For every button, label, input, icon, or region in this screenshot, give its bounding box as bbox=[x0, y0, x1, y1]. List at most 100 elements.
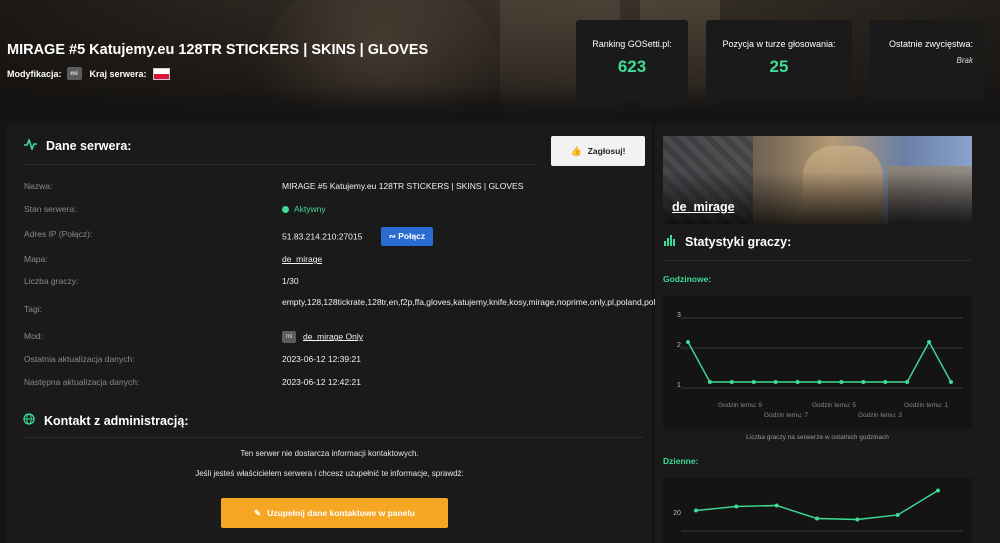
hourly-data-point bbox=[707, 380, 712, 384]
row-key: Nazwa: bbox=[24, 181, 53, 191]
daily-label: Dzienne: bbox=[663, 456, 699, 466]
hourly-data-point bbox=[949, 380, 953, 384]
status-dot-icon bbox=[282, 206, 289, 213]
ranking-stat-box: Ranking GOSetti.pl: 623 bbox=[576, 20, 688, 100]
y-tick-label: 3 bbox=[677, 312, 681, 319]
ip-address: 51.83.214.210:27015 bbox=[282, 231, 363, 242]
no-contact-info-text: Ten serwer nie dostarcza informacji kont… bbox=[240, 449, 419, 458]
row-value: 2023-06-12 12:42:21 bbox=[282, 377, 361, 387]
hourly-data-point bbox=[905, 380, 910, 384]
hourly-data-point bbox=[817, 380, 822, 384]
daily-series-line bbox=[695, 489, 939, 521]
fill-contact-button[interactable]: ✎ Uzupełnij dane kontaktowe w panelu bbox=[221, 498, 448, 528]
mod-link[interactable]: de_mirage Only bbox=[303, 331, 363, 341]
last-wins-label: Ostatnie zwycięstwa: bbox=[888, 39, 973, 49]
server-data-heading: Dane serwera: bbox=[24, 137, 131, 153]
map-link[interactable]: de_mirage bbox=[282, 254, 322, 264]
row-key: Następna aktualizacja danych: bbox=[24, 377, 140, 387]
hourly-caption: Liczba graczy na serwerze w ostatnich go… bbox=[746, 434, 889, 441]
y-tick-label: 20 bbox=[673, 510, 681, 517]
server-meta-row: Modyfikacja: mi Kraj serwera: bbox=[7, 67, 170, 80]
tags-value: empty,128,128tickrate,128tr,en,f2p,ffa,g… bbox=[282, 297, 795, 307]
divider bbox=[24, 437, 644, 438]
daily-data-point bbox=[936, 488, 940, 493]
row-key: Ostatnia aktualizacja danych: bbox=[24, 354, 135, 364]
vote-button-label: Zagłosuj! bbox=[587, 146, 626, 156]
server-title: MIRAGE #5 Katujemy.eu 128TR STICKERS | S… bbox=[7, 42, 429, 58]
row-key: Tagi: bbox=[24, 304, 42, 314]
hourly-chart-svg: 3 2 1 Godzin temu: 9Godzin temu: 7 Godzin te… bbox=[677, 312, 963, 419]
row-value: 51.83.214.210:27015 ∾ Połącz bbox=[282, 227, 434, 246]
hourly-data-point bbox=[861, 380, 866, 384]
mod-badge: mi bbox=[66, 67, 82, 80]
server-details-panel: Dane serwera: 👍 Zagłosuj! Nazwa: MIRAGE … bbox=[7, 123, 795, 543]
divider bbox=[663, 260, 972, 261]
hourly-data-point bbox=[773, 380, 778, 384]
connect-button[interactable]: ∾ Połącz bbox=[380, 227, 434, 246]
row-value: 1/30 bbox=[282, 276, 299, 286]
y-tick-label: 2 bbox=[677, 342, 681, 349]
last-wins-value: Brak bbox=[956, 56, 973, 65]
vote-position-stat-box: Pozycja w turze głosowania: 25 bbox=[706, 20, 852, 100]
pulse-icon bbox=[24, 137, 37, 153]
link-icon: ∾ bbox=[388, 231, 396, 241]
x-tick-label: Godzin temu: 9 bbox=[718, 402, 762, 409]
row-value: mi de_mirage Only bbox=[282, 331, 363, 343]
hourly-data-point bbox=[839, 380, 844, 384]
player-stats-heading-text: Statystyki graczy: bbox=[685, 235, 792, 249]
hourly-data-point bbox=[686, 340, 690, 344]
x-tick-label: Godzin temu: 3 bbox=[858, 412, 902, 419]
vote-position-value: 25 bbox=[769, 57, 789, 76]
daily-data-point bbox=[895, 513, 900, 517]
vote-button[interactable]: 👍 Zagłosuj! bbox=[551, 136, 645, 166]
status-text: Aktywny bbox=[294, 204, 326, 214]
daily-data-point bbox=[855, 517, 860, 522]
y-tick-label: 1 bbox=[677, 382, 681, 389]
info-row-tags: Tagi: empty,128,128tickrate,128tr,en,f2p… bbox=[24, 296, 795, 322]
last-wins-stat-box: Ostatnie zwycięstwa: Brak bbox=[870, 20, 983, 100]
ranking-value: 623 bbox=[617, 57, 647, 76]
row-key: Liczba graczy: bbox=[24, 276, 79, 286]
daily-chart: 20 bbox=[663, 478, 972, 543]
edit-icon: ✎ bbox=[254, 507, 262, 518]
row-value: MIRAGE #5 Katujemy.eu 128TR STICKERS | S… bbox=[282, 181, 524, 191]
hourly-chart: 3 2 1 Godzin temu: 9 Godzin temu: 7 Godzin te… bbox=[663, 296, 972, 429]
contact-heading-text: Kontakt z administracją: bbox=[44, 413, 189, 428]
row-key: Mod: bbox=[24, 331, 43, 341]
daily-chart-svg: 20 bbox=[673, 488, 963, 532]
divider bbox=[24, 164, 534, 165]
bar-chart-icon bbox=[663, 235, 676, 249]
row-value: 2023-06-12 12:39:21 bbox=[282, 354, 361, 364]
mod-label: Modyfikacja: bbox=[7, 68, 62, 79]
daily-data-point bbox=[774, 503, 779, 508]
daily-data-point bbox=[734, 504, 739, 509]
country-label: Kraj serwera: bbox=[89, 68, 147, 79]
x-tick-label: Godzin temu: 1 bbox=[904, 402, 948, 409]
vote-position-label: Pozycja w turze głosowania: bbox=[722, 39, 836, 49]
thumbs-up-icon: 👍 bbox=[570, 145, 582, 156]
hourly-data-point bbox=[927, 340, 932, 344]
fill-contact-button-label: Uzupełnij dane kontaktowe w panelu bbox=[267, 508, 415, 518]
poland-flag-icon bbox=[152, 67, 170, 80]
hourly-data-point bbox=[751, 380, 756, 384]
row-key: Mapa: bbox=[24, 254, 48, 264]
row-key: Adres IP (Połącz): bbox=[24, 229, 93, 239]
connect-button-label: Połącz bbox=[398, 231, 426, 241]
daily-data-point bbox=[694, 508, 698, 513]
ranking-label: Ranking GOSetti.pl: bbox=[592, 39, 672, 49]
right-sidebar: de_mirage Statystyki graczy: Godzinowe: … bbox=[655, 123, 1000, 543]
mod-badge: mi bbox=[282, 331, 296, 343]
player-stats-heading: Statystyki graczy: bbox=[663, 235, 791, 249]
daily-data-point bbox=[815, 516, 819, 521]
contact-heading: Kontakt z administracją: bbox=[22, 413, 188, 428]
map-card[interactable]: de_mirage bbox=[663, 136, 972, 224]
hourly-data-point bbox=[729, 380, 734, 384]
info-row-ip: Adres IP (Połącz): 51.83.214.210:27015 ∾… bbox=[24, 227, 644, 246]
x-tick-label: Godzin temu: 5 bbox=[812, 402, 856, 409]
map-name-link[interactable]: de_mirage bbox=[672, 200, 735, 214]
globe-icon bbox=[22, 413, 35, 428]
x-tick-label: Godzin temu: 7 bbox=[764, 412, 808, 419]
hourly-data-point bbox=[795, 380, 800, 384]
row-value: Aktywny bbox=[282, 204, 326, 214]
hourly-label: Godzinowe: bbox=[663, 274, 712, 284]
